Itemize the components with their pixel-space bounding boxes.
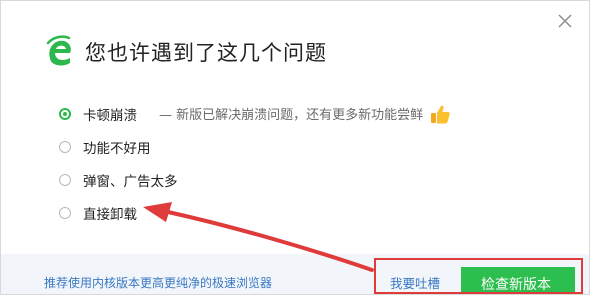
option-bad-features[interactable]: 功能不好用 xyxy=(59,130,451,163)
browser-e-logo-icon xyxy=(46,35,71,66)
option-lag-crash[interactable]: 卡顿崩溃 — 新版已解决崩溃问题，还有更多新功能尝鲜 xyxy=(59,97,451,130)
radio-selected[interactable] xyxy=(59,107,71,120)
check-new-version-button[interactable]: 检查新版本 xyxy=(461,267,575,294)
problem-options: 卡顿崩溃 — 新版已解决崩溃问题，还有更多新功能尝鲜 功能不好用 弹窗、广告太多… xyxy=(59,97,451,229)
option-label: 卡顿崩溃 xyxy=(83,107,137,124)
feedback-link[interactable]: 我要吐槽 xyxy=(390,273,440,292)
dialog-title: 您也许遇到了这几个问题 xyxy=(85,41,327,65)
option-label: 功能不好用 xyxy=(83,140,151,157)
radio-unselected[interactable] xyxy=(59,206,71,219)
radio-unselected[interactable] xyxy=(59,173,71,186)
close-icon[interactable] xyxy=(555,11,575,31)
option-label: 弹窗、广告太多 xyxy=(83,173,178,190)
option-too-many-popups[interactable]: 弹窗、广告太多 xyxy=(59,163,451,196)
recommend-browser-link[interactable]: 推荐使用内核版本更高更纯净的极速浏览器 xyxy=(44,274,272,291)
dialog-footer: 推荐使用内核版本更高更纯净的极速浏览器 我要吐槽 检查新版本 xyxy=(1,254,589,294)
option-label: 直接卸载 xyxy=(83,206,137,223)
uninstall-survey-dialog: 您也许遇到了这几个问题 卡顿崩溃 — 新版已解决崩溃问题，还有更多新功能尝鲜 功… xyxy=(0,0,590,295)
radio-unselected[interactable] xyxy=(59,140,71,153)
option-uninstall-directly[interactable]: 直接卸载 xyxy=(59,196,451,229)
thumbs-up-icon xyxy=(431,105,450,123)
option-note: — 新版已解决崩溃问题，还有更多新功能尝鲜 xyxy=(159,108,424,123)
